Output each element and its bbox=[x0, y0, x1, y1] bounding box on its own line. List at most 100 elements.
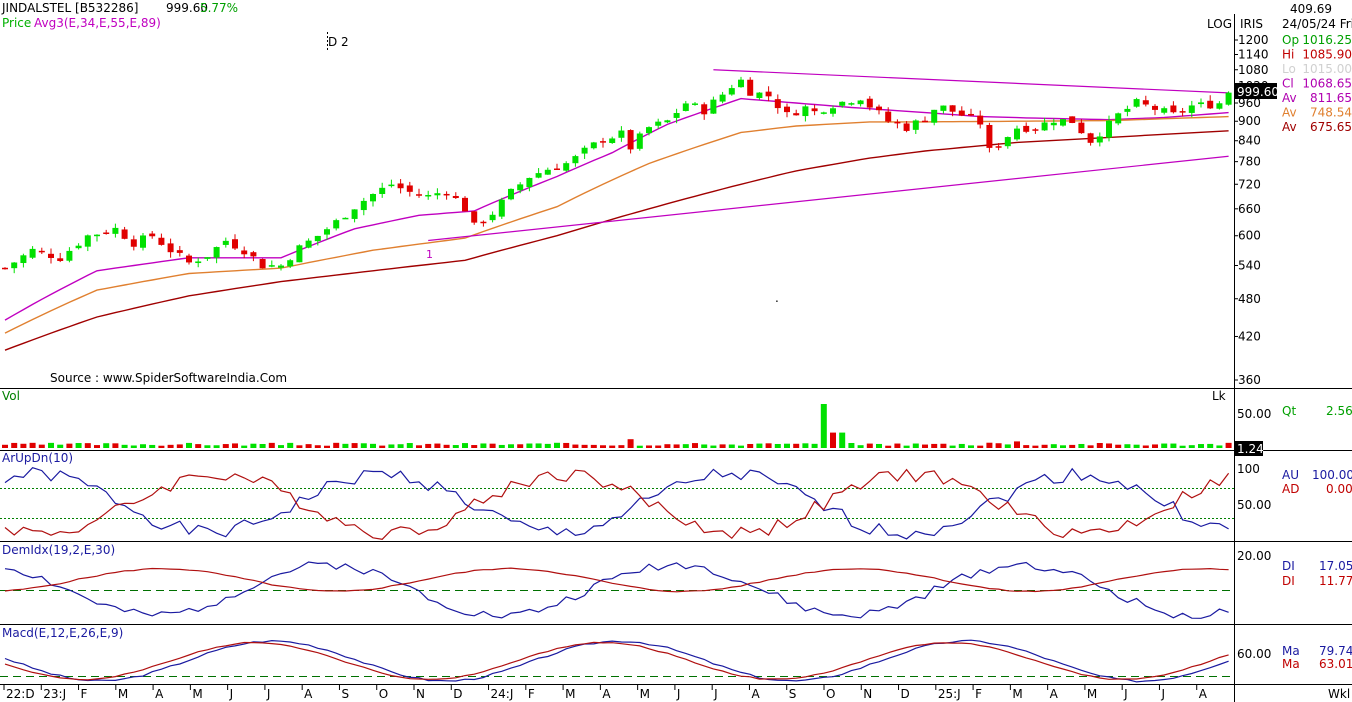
candle-up bbox=[20, 255, 27, 264]
candle-up bbox=[324, 229, 330, 235]
volume-bar bbox=[222, 444, 229, 448]
time-tick-label: F bbox=[81, 687, 88, 701]
candle-down bbox=[57, 258, 64, 261]
volume-bar bbox=[1078, 443, 1085, 448]
candle-up bbox=[1225, 92, 1232, 105]
volume-bar bbox=[1161, 443, 1168, 448]
volume-bar bbox=[590, 444, 597, 448]
time-tick-label: N bbox=[863, 687, 872, 701]
candle-up bbox=[940, 105, 947, 111]
di-plus-label: DI bbox=[1282, 559, 1295, 573]
time-tick-label: J bbox=[713, 687, 718, 701]
volume-bar bbox=[1023, 445, 1030, 448]
au-value: 100.00 bbox=[1312, 468, 1352, 482]
volume-bar bbox=[581, 444, 588, 448]
volume-bar bbox=[351, 443, 358, 448]
volume-bar bbox=[940, 443, 947, 448]
candle-up bbox=[820, 112, 827, 114]
candle-up bbox=[912, 120, 919, 130]
volume-bar bbox=[544, 443, 551, 448]
candle-down bbox=[130, 239, 137, 247]
macd-lines bbox=[4, 639, 1229, 683]
candle-up bbox=[664, 120, 671, 123]
time-tick-label: D bbox=[453, 687, 462, 701]
time-tick-label: M bbox=[640, 687, 650, 701]
info-value: 748.54 bbox=[1310, 106, 1352, 120]
candle-up bbox=[66, 250, 73, 261]
volume-bar bbox=[232, 443, 238, 448]
volume-bar bbox=[508, 444, 514, 448]
volume-bar bbox=[894, 443, 901, 448]
di-minus-line bbox=[4, 567, 1229, 593]
volume-bar bbox=[1004, 444, 1011, 448]
volume-bar bbox=[830, 432, 836, 448]
candle-down bbox=[701, 104, 708, 115]
candle-down bbox=[1142, 100, 1149, 105]
volume-bar bbox=[554, 442, 560, 448]
volume-bar bbox=[1060, 445, 1066, 448]
time-tick-label: M bbox=[192, 687, 202, 701]
candle-up bbox=[314, 235, 321, 242]
avg-label: Avg3(E,34,E,55,E,89) bbox=[34, 16, 161, 30]
candle-down bbox=[1170, 105, 1177, 113]
time-tick-label: A bbox=[1050, 687, 1059, 701]
candle-down bbox=[1069, 116, 1076, 123]
candle-up bbox=[1050, 122, 1057, 126]
volume-bar bbox=[710, 445, 717, 448]
volume-bar bbox=[1179, 445, 1186, 448]
volume-bar bbox=[1124, 444, 1131, 448]
volume-bar bbox=[287, 442, 294, 448]
macd-tick-60: 60.00 bbox=[1237, 647, 1271, 661]
volume-bar bbox=[397, 444, 404, 448]
volume-bar bbox=[1188, 445, 1195, 448]
volume-bar bbox=[655, 445, 662, 448]
volume-top: 409.69 bbox=[1290, 2, 1332, 16]
volume-bar bbox=[462, 443, 468, 448]
candle-down bbox=[922, 120, 928, 123]
price-tick-label: 540 bbox=[1238, 258, 1261, 272]
time-tick-label: S bbox=[789, 687, 797, 701]
time-tick-label: 23:J bbox=[43, 687, 66, 701]
candle-down bbox=[986, 124, 993, 148]
volume-bar bbox=[949, 445, 956, 448]
volume-bar bbox=[1133, 444, 1140, 448]
candle-up bbox=[195, 261, 202, 264]
volume-bar bbox=[986, 442, 993, 448]
dmi-title: DemIdx(19,2,E,30) bbox=[2, 543, 115, 557]
volume-bar bbox=[535, 443, 542, 448]
time-tick-label: J bbox=[266, 687, 271, 701]
candle-up bbox=[535, 173, 542, 178]
volume-bar bbox=[388, 444, 395, 448]
candle-up bbox=[489, 214, 496, 221]
candle-up bbox=[360, 200, 367, 211]
candle-up bbox=[213, 247, 220, 258]
volume-bar bbox=[1216, 445, 1223, 448]
info-label: Hi bbox=[1282, 48, 1294, 62]
volume-bar bbox=[848, 442, 855, 448]
candle-up bbox=[563, 163, 570, 171]
info-value: 1015.00 bbox=[1302, 62, 1352, 76]
price-tag: 999.60 bbox=[1237, 85, 1279, 99]
volume-bar bbox=[1106, 443, 1112, 448]
time-tick-label: M bbox=[118, 687, 128, 701]
candle-up bbox=[1060, 119, 1066, 126]
volume-bar bbox=[379, 445, 386, 448]
candle-down bbox=[250, 252, 257, 257]
ma1-label: Ma bbox=[1282, 644, 1300, 658]
candle-up bbox=[1014, 128, 1020, 140]
time-tick-label: A bbox=[751, 687, 760, 701]
qt-value: 2.56 bbox=[1326, 404, 1352, 418]
candle-up bbox=[498, 199, 505, 217]
volume-bar bbox=[682, 444, 689, 448]
volume-bar bbox=[305, 444, 312, 448]
info-value: 811.65 bbox=[1310, 91, 1352, 105]
candle-down bbox=[406, 185, 413, 192]
volume-bar bbox=[931, 443, 938, 448]
price-tick-label: 480 bbox=[1238, 292, 1261, 306]
candle-down bbox=[600, 141, 606, 143]
candle-up bbox=[278, 265, 284, 268]
candle-down bbox=[876, 106, 882, 111]
price-tick-label: 840 bbox=[1238, 134, 1261, 148]
candle-up bbox=[728, 88, 735, 95]
candle-up bbox=[351, 209, 358, 219]
